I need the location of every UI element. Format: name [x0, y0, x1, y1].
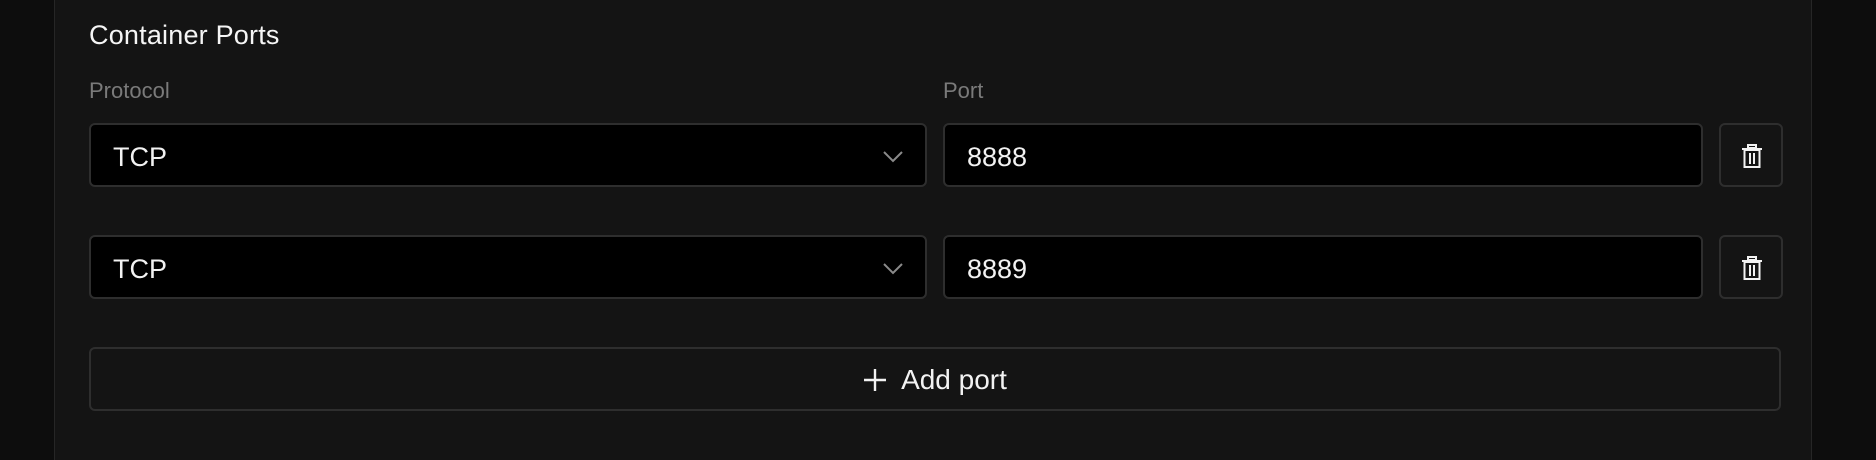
- chevron-down-icon: [883, 151, 903, 163]
- delete-port-button[interactable]: [1719, 123, 1783, 187]
- protocol-select[interactable]: TCP: [89, 235, 927, 299]
- port-row: TCP 8888: [89, 123, 1783, 187]
- delete-port-button[interactable]: [1719, 235, 1783, 299]
- protocol-select-value: TCP: [113, 142, 167, 172]
- protocol-select-value: TCP: [113, 254, 167, 284]
- plus-icon: [864, 369, 887, 391]
- port-input-value: 8889: [967, 254, 1028, 284]
- add-port-label: Add port: [901, 364, 1007, 395]
- protocol-column-label: Protocol: [89, 78, 170, 103]
- port-input[interactable]: 8888: [943, 123, 1703, 187]
- protocol-select[interactable]: TCP: [89, 123, 927, 187]
- section-title: Container Ports: [89, 20, 280, 50]
- port-input[interactable]: 8889: [943, 235, 1703, 299]
- trash-icon: [1742, 144, 1762, 168]
- trash-icon: [1742, 256, 1762, 280]
- add-port-button[interactable]: Add port: [89, 347, 1781, 411]
- chevron-down-icon: [883, 263, 903, 275]
- port-input-value: 8888: [967, 142, 1028, 172]
- container-ports-panel: Container Ports Protocol Port TCP 8888 T…: [54, 0, 1812, 460]
- add-port-content: Add port: [91, 364, 1779, 396]
- port-column-label: Port: [943, 78, 984, 103]
- port-row: TCP 8889: [89, 235, 1783, 299]
